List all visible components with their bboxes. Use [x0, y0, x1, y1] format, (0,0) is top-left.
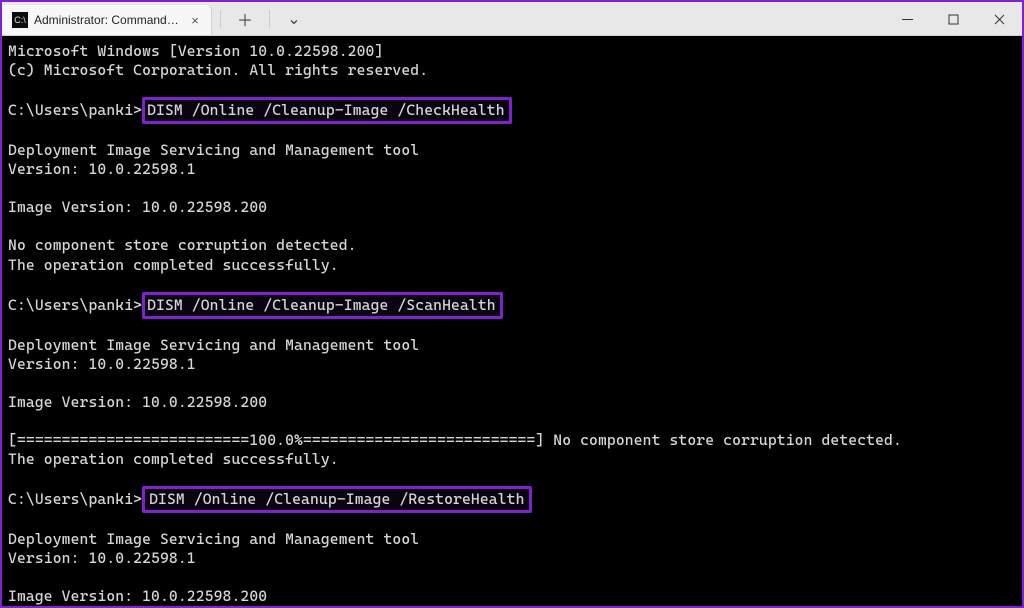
tab-strip-controls: ＋ ⌄ — [212, 2, 316, 35]
highlighted-command-scanhealth: DISM /Online /Cleanup-Image /ScanHealth — [142, 292, 503, 319]
operation-success-line: The operation completed successfully. — [8, 450, 339, 468]
image-version-line: Image Version: 10.0.22598.200 — [8, 587, 267, 605]
image-version-line: Image Version: 10.0.22598.200 — [8, 198, 267, 216]
cmd-icon: C:\ — [12, 12, 28, 28]
dism-tool-version: Version: 10.0.22598.1 — [8, 549, 196, 567]
check-result-line: No component store corruption detected. — [8, 236, 357, 254]
maximize-icon — [948, 14, 959, 25]
separator — [269, 10, 270, 28]
terminal-output[interactable]: Microsoft Windows [Version 10.0.22598.20… — [2, 36, 1022, 606]
new-tab-button[interactable]: ＋ — [231, 5, 259, 33]
prompt-path: C:\Users\panki> — [8, 296, 142, 314]
tab-active[interactable]: C:\ Administrator: Command Prom × — [2, 5, 212, 35]
prompt-path: C:\Users\panki> — [8, 101, 142, 119]
maximize-button[interactable] — [930, 2, 976, 36]
progress-scan-line: [==========================100.0%=======… — [8, 431, 902, 449]
minimize-button[interactable] — [884, 2, 930, 36]
image-version-line: Image Version: 10.0.22598.200 — [8, 393, 267, 411]
tab-title: Administrator: Command Prom — [34, 13, 181, 27]
os-version-line: Microsoft Windows [Version 10.0.22598.20… — [8, 42, 383, 60]
dism-tool-version: Version: 10.0.22598.1 — [8, 160, 196, 178]
window-controls — [884, 2, 1022, 35]
dism-tool-line: Deployment Image Servicing and Managemen… — [8, 336, 419, 354]
highlighted-command-checkhealth: DISM /Online /Cleanup-Image /CheckHealth — [142, 97, 512, 124]
copyright-line: (c) Microsoft Corporation. All rights re… — [8, 61, 428, 79]
dism-tool-version: Version: 10.0.22598.1 — [8, 355, 196, 373]
tab-close-button[interactable]: × — [187, 12, 203, 28]
window-titlebar: C:\ Administrator: Command Prom × ＋ ⌄ — [2, 2, 1022, 36]
close-icon — [994, 14, 1005, 25]
close-button[interactable] — [976, 2, 1022, 36]
tab-dropdown-button[interactable]: ⌄ — [280, 5, 308, 33]
highlighted-command-restorehealth: DISM /Online /Cleanup-Image /RestoreHeal… — [142, 486, 531, 513]
prompt-path: C:\Users\panki> — [8, 490, 142, 508]
titlebar-drag-region[interactable] — [316, 2, 884, 35]
dism-tool-line: Deployment Image Servicing and Managemen… — [8, 530, 419, 548]
separator — [220, 10, 221, 28]
dism-tool-line: Deployment Image Servicing and Managemen… — [8, 141, 419, 159]
minimize-icon — [902, 14, 913, 25]
operation-success-line: The operation completed successfully. — [8, 256, 339, 274]
